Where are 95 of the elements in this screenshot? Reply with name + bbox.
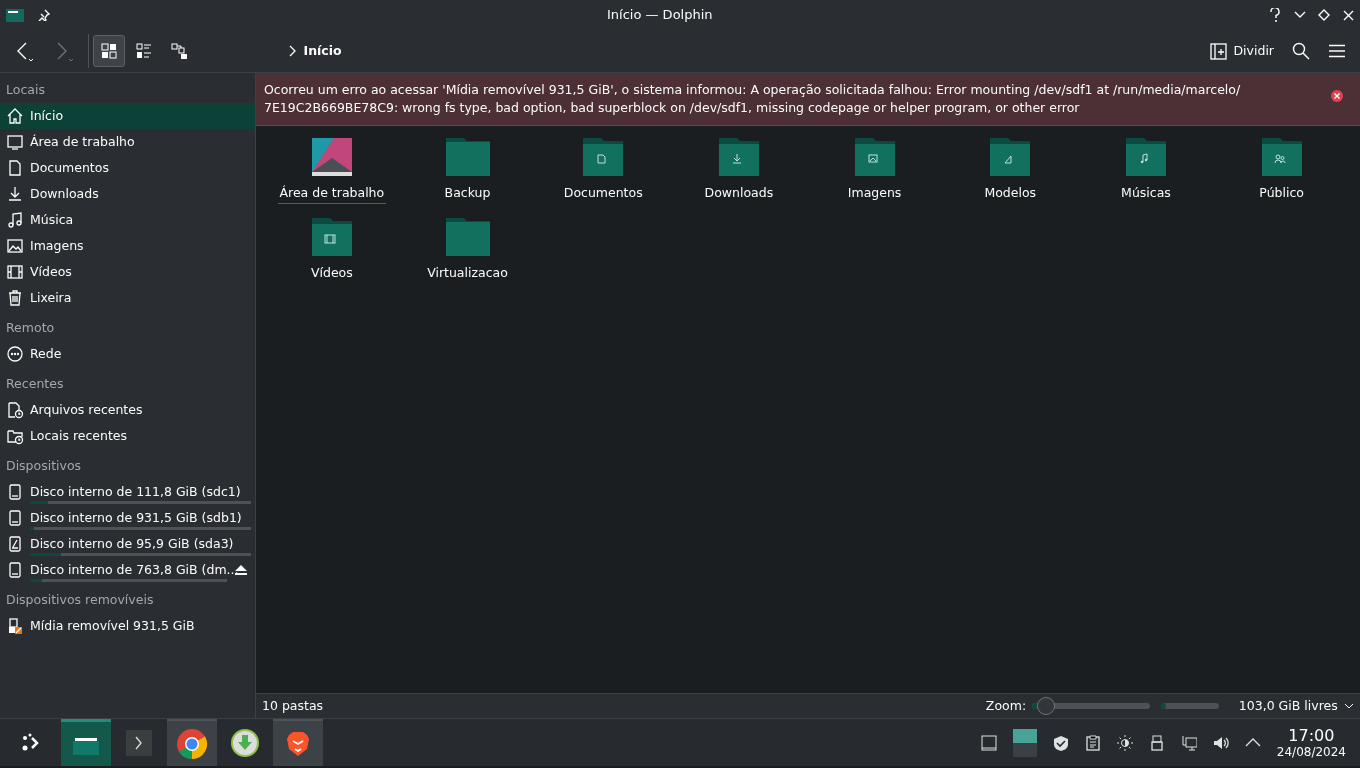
sidebar-item[interactable]: Mídia removível 931,5 GiB xyxy=(0,613,255,639)
music-note-icon xyxy=(6,211,24,229)
sidebar-item[interactable]: Imagens xyxy=(0,233,255,259)
folder-name[interactable]: Vídeos xyxy=(308,264,355,283)
monitor-icon xyxy=(6,133,24,151)
folder-name[interactable]: Imagens xyxy=(845,184,904,203)
sidebar-item[interactable]: Disco interno de 95,9 GiB (sda3) xyxy=(0,531,255,557)
brightness-icon[interactable] xyxy=(1116,734,1133,751)
template-folder-icon xyxy=(988,138,1033,176)
window-title: Início — Dolphin xyxy=(605,6,714,25)
split-button[interactable]: Dividir xyxy=(1210,41,1274,61)
hard-drive-icon xyxy=(6,535,24,553)
folder-name[interactable]: Músicas xyxy=(1119,184,1173,203)
pager-icon[interactable] xyxy=(1012,728,1037,757)
recent-folder-icon xyxy=(6,427,24,445)
menu-icon[interactable] xyxy=(1328,44,1346,58)
clock-date[interactable]: 24/08/2024 xyxy=(1276,745,1346,758)
split-view-icon xyxy=(1210,42,1228,60)
free-space-text: 103,0 GiB livres xyxy=(1238,696,1338,715)
tree-view-icon xyxy=(170,42,189,60)
slider-thumb[interactable] xyxy=(1037,697,1056,715)
help-icon[interactable] xyxy=(1269,8,1282,22)
sidebar-item[interactable]: Lixeira xyxy=(0,285,255,311)
film-icon xyxy=(6,263,24,281)
clock-time[interactable]: 17:00 xyxy=(1288,727,1335,744)
search-icon[interactable] xyxy=(1292,42,1310,60)
sidebar-item[interactable]: Música xyxy=(0,207,255,233)
download-icon xyxy=(6,185,24,203)
desktop-icon[interactable] xyxy=(980,734,997,751)
view-mode-button[interactable] xyxy=(93,35,125,67)
folder-name[interactable]: Documentos xyxy=(561,184,645,203)
image-icon xyxy=(6,237,24,255)
sidebar-item[interactable]: Vídeos xyxy=(0,259,255,285)
trash-icon xyxy=(6,289,24,307)
taskbar-button[interactable] xyxy=(61,719,111,766)
breadcrumb-link[interactable]: Início xyxy=(303,41,342,61)
network-icon xyxy=(6,345,24,363)
sidebar-item[interactable]: Disco interno de 931,5 GiB (sdb1) xyxy=(0,505,255,531)
dropdown-icon[interactable] xyxy=(1344,703,1354,709)
document-icon xyxy=(6,159,24,177)
app-icon xyxy=(6,8,25,22)
close-icon[interactable] xyxy=(1342,9,1354,21)
usb-drive-icon xyxy=(6,617,24,635)
sidebar-item[interactable]: Locais recentes xyxy=(0,423,255,449)
download-folder-icon xyxy=(716,138,761,176)
sidebar-item[interactable]: Início xyxy=(0,103,255,129)
music-folder-icon xyxy=(1123,138,1168,176)
shield-icon[interactable] xyxy=(1052,734,1069,751)
folder-name[interactable]: Área de trabalho xyxy=(277,184,387,204)
sidebar-item[interactable]: Downloads xyxy=(0,181,255,207)
zoom-slider[interactable] xyxy=(1032,697,1151,715)
speaker-icon[interactable] xyxy=(1212,734,1229,751)
shared-folder-icon xyxy=(1259,138,1304,176)
hard-drive-icon xyxy=(6,509,24,527)
sidebar-item[interactable]: Disco interno de 111,8 GiB (sdc1) xyxy=(0,479,255,505)
globe-browser-icon xyxy=(175,726,209,761)
icons-view-icon xyxy=(100,42,118,60)
folder-name[interactable]: Público xyxy=(1257,184,1306,203)
close-icon[interactable] xyxy=(1330,89,1344,103)
sidebar-item[interactable]: Disco interno de 763,8 GiB (dm... xyxy=(0,557,255,583)
section-header: Locais xyxy=(5,81,46,99)
sidebar-item[interactable]: Arquivos recentes xyxy=(0,397,255,423)
hard-drive-icon xyxy=(6,561,24,579)
section-header: Recentes xyxy=(5,375,65,393)
clipboard-icon[interactable] xyxy=(1084,734,1101,751)
folder-count: 10 pastas xyxy=(262,696,324,715)
home-icon xyxy=(6,107,24,125)
maximize-icon[interactable] xyxy=(1318,9,1331,21)
sidebar-item[interactable]: Rede xyxy=(0,341,255,367)
folder-name[interactable]: Modelos xyxy=(982,184,1039,203)
taskbar-button[interactable] xyxy=(167,719,217,766)
desktop-thumbnail-icon xyxy=(311,138,352,176)
image-folder-icon xyxy=(852,138,897,176)
section-header: Remoto xyxy=(5,319,56,337)
document-folder-icon xyxy=(581,138,626,176)
hard-drive-icon xyxy=(6,483,24,501)
minimize-icon[interactable] xyxy=(1293,11,1306,19)
usb-drive-icon[interactable] xyxy=(1148,734,1165,751)
sidebar-item[interactable]: Área de trabalho xyxy=(0,129,255,155)
pin-icon[interactable] xyxy=(38,9,51,21)
folder-icon xyxy=(445,138,490,176)
details-view-icon xyxy=(135,42,154,60)
folder-name[interactable]: Downloads xyxy=(702,184,776,203)
section-header: Dispositivos xyxy=(5,457,83,475)
recent-document-icon xyxy=(6,401,24,419)
folder-icon xyxy=(445,218,490,256)
error-message: Ocorreu um erro ao acessar 'Mídia removível 931,5 GiB', o sistema informou: A operação solicitada falhou: Error mounting /dev/sdf1 at /run/media/marcelo/ 7E19C2B669BE78C9: wrong fs type, bad option, bad superblock on /dev/sdf1, missing codepage or helper program, or other error xyxy=(264,81,1242,117)
video-folder-icon xyxy=(309,218,354,256)
folder-name[interactable]: Virtualizacao xyxy=(425,264,510,283)
chevron-icon xyxy=(289,45,298,57)
zoom-label: Zoom: xyxy=(985,696,1027,715)
sidebar-item[interactable]: Documentos xyxy=(0,155,255,181)
folder-name[interactable]: Backup xyxy=(442,184,493,203)
network-icon[interactable] xyxy=(1180,734,1197,751)
section-header: Dispositivos removíveis xyxy=(5,591,155,609)
